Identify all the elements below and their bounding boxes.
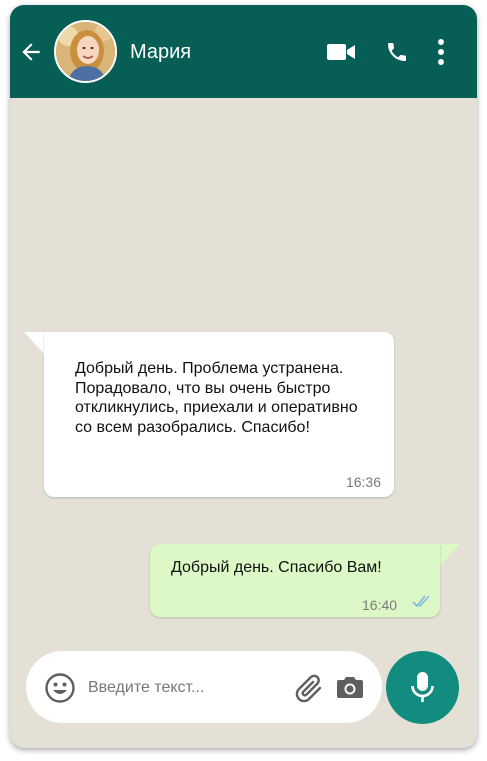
- double-check-icon: [412, 595, 430, 608]
- message-text: Добрый день. Проблема устранена. Порадов…: [75, 360, 358, 436]
- message-time: 16:36: [345, 474, 381, 490]
- contact-name[interactable]: Мария: [130, 40, 191, 64]
- outgoing-bubble-tail: [440, 544, 460, 566]
- voice-message-button[interactable]: [386, 651, 459, 724]
- video-camera-icon: [327, 44, 355, 60]
- message-text: Добрый день. Спасибо Вам!: [171, 559, 382, 576]
- incoming-bubble-tail: [24, 332, 44, 354]
- more-menu-button[interactable]: [434, 38, 448, 66]
- paperclip-icon: [295, 674, 322, 703]
- more-vertical-icon: [438, 39, 444, 65]
- message-composer: [26, 651, 382, 723]
- outgoing-message[interactable]: Добрый день. Спасибо Вам! 16:40: [150, 544, 440, 617]
- emoji-button[interactable]: [44, 672, 76, 704]
- incoming-message[interactable]: Добрый день. Проблема устранена. Порадов…: [44, 332, 394, 497]
- video-call-button[interactable]: [326, 38, 356, 66]
- avatar-photo: [56, 22, 115, 81]
- emoji-icon: [45, 673, 75, 703]
- camera-button[interactable]: [336, 675, 364, 699]
- message-input[interactable]: [88, 673, 278, 703]
- camera-icon: [337, 677, 363, 698]
- voice-call-button[interactable]: [385, 38, 409, 66]
- microphone-icon: [411, 672, 434, 702]
- avatar[interactable]: [54, 20, 117, 83]
- chat-screen: Мария Добрый день. Проблема устранена. П…: [10, 5, 477, 748]
- chat-header: Мария: [10, 5, 477, 98]
- message-time: 16:40: [362, 597, 398, 613]
- back-button[interactable]: [18, 39, 44, 65]
- phone-icon: [388, 43, 406, 61]
- arrow-left-icon: [22, 43, 40, 61]
- attach-button[interactable]: [292, 669, 328, 705]
